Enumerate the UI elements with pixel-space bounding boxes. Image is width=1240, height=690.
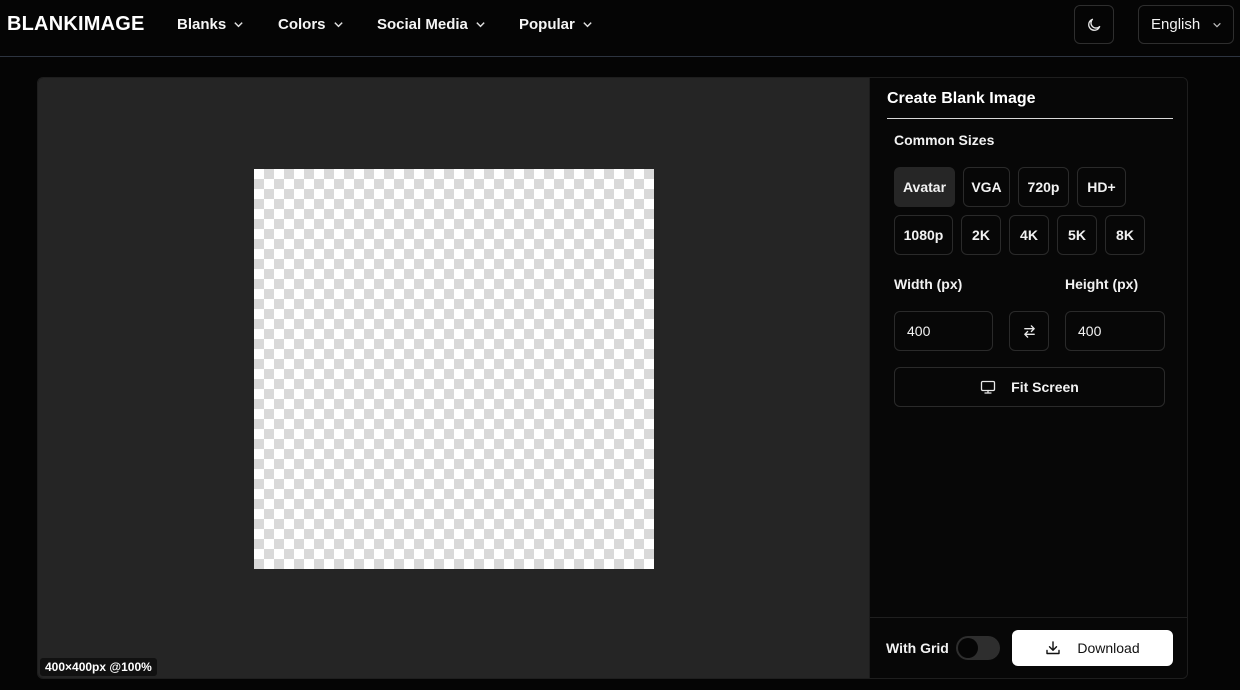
with-grid-label: With Grid <box>886 640 949 656</box>
language-select[interactable]: English <box>1138 5 1234 44</box>
width-input[interactable]: 400 <box>894 311 993 351</box>
theme-toggle-button[interactable] <box>1074 5 1114 44</box>
site-logo[interactable]: BLANKIMAGE <box>7 13 145 36</box>
panel-title: Create Blank Image <box>887 90 1036 107</box>
chevron-down-icon <box>1213 22 1221 28</box>
size-preset-5k[interactable]: 5K <box>1057 215 1097 255</box>
size-preset-hd-plus[interactable]: HD+ <box>1077 167 1126 207</box>
fit-screen-label: Fit Screen <box>1011 379 1079 395</box>
swap-arrows-icon <box>1023 324 1035 338</box>
common-sizes-label: Common Sizes <box>894 132 995 148</box>
canvas-area: 400×400px @100% <box>38 78 869 678</box>
nav-social-media[interactable]: Social Media <box>377 16 486 33</box>
download-button[interactable]: Download <box>1012 630 1173 666</box>
monitor-icon <box>980 380 996 394</box>
title-divider <box>887 118 1173 119</box>
download-label: Download <box>1077 640 1140 656</box>
language-label: English <box>1151 16 1201 33</box>
nav-social-media-label: Social Media <box>377 16 468 33</box>
fit-screen-button[interactable]: Fit Screen <box>894 367 1165 407</box>
editor-card: 400×400px @100% Create Blank Image Commo… <box>37 77 1188 679</box>
nav-colors-label: Colors <box>278 16 326 33</box>
blank-image-preview <box>254 169 654 569</box>
nav-blanks[interactable]: Blanks <box>177 16 244 33</box>
height-label: Height (px) <box>1065 276 1139 292</box>
settings-panel: Create Blank Image Common Sizes Avatar V… <box>869 78 1187 678</box>
size-preset-vga[interactable]: VGA <box>963 167 1010 207</box>
toggle-knob <box>958 638 978 658</box>
size-preset-2k[interactable]: 2K <box>961 215 1001 255</box>
moon-icon <box>1087 18 1100 31</box>
size-zoom-badge: 400×400px @100% <box>40 658 157 676</box>
chevron-down-icon <box>333 22 343 28</box>
nav-blanks-label: Blanks <box>177 16 227 33</box>
chevron-down-icon <box>476 22 485 28</box>
chevron-down-icon <box>234 22 243 28</box>
width-label: Width (px) <box>894 276 963 292</box>
size-preset-8k[interactable]: 8K <box>1105 215 1145 255</box>
size-preset-720p[interactable]: 720p <box>1018 167 1069 207</box>
size-preset-avatar[interactable]: Avatar <box>894 167 955 207</box>
size-preset-1080p[interactable]: 1080p <box>894 215 953 255</box>
top-nav-bar: BLANKIMAGE Blanks Colors Social Media Po… <box>0 0 1240 57</box>
with-grid-toggle[interactable] <box>956 636 1000 660</box>
size-preset-4k[interactable]: 4K <box>1009 215 1049 255</box>
download-icon <box>1046 641 1061 655</box>
swap-dimensions-button[interactable] <box>1009 311 1049 351</box>
nav-popular[interactable]: Popular <box>519 16 593 33</box>
height-input[interactable]: 400 <box>1065 311 1165 351</box>
nav-colors[interactable]: Colors <box>278 16 344 33</box>
footer-divider <box>870 617 1187 618</box>
nav-popular-label: Popular <box>519 16 575 33</box>
chevron-down-icon <box>583 22 592 28</box>
